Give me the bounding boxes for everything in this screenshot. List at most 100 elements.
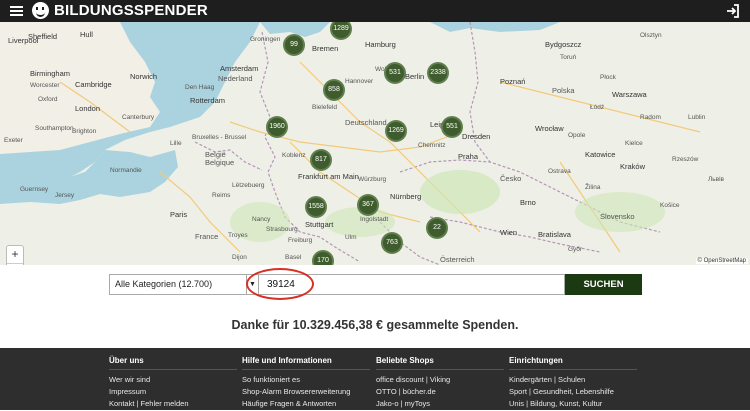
map-label: Groningen — [250, 36, 281, 43]
map-label: Wien — [500, 228, 518, 237]
map-label: Lëtzebuerg — [232, 182, 265, 189]
footer-heading: Einrichtungen — [509, 356, 637, 370]
map-label: Rzeszów — [672, 156, 699, 163]
donation-map[interactable]: Sheffield Liverpool Hull Birmingham Camb… — [0, 22, 750, 265]
hamburger-menu-icon[interactable] — [10, 6, 23, 16]
map-attribution[interactable]: © OpenStreetMap — [695, 258, 748, 264]
map-label: Jersey — [55, 192, 75, 199]
postal-code-input[interactable] — [259, 274, 565, 295]
map-label: Žilina — [585, 184, 601, 191]
zoom-control: + − — [6, 245, 24, 265]
map-cluster-marker[interactable]: 1269 — [385, 120, 407, 142]
map-label: Bielefeld — [312, 104, 337, 111]
map-cluster-marker[interactable]: 1960 — [266, 116, 288, 138]
zoom-in-button[interactable]: + — [7, 246, 23, 263]
map-label: Amsterdam — [220, 64, 259, 73]
map-label: Exeter — [4, 137, 23, 144]
footer-link[interactable]: Kindergärten | Schulen — [509, 375, 637, 384]
map-label: Oxford — [38, 96, 58, 103]
footer-link[interactable]: Unis | Bildung, Kunst, Kultur — [509, 399, 637, 408]
map-label: Basel — [285, 254, 302, 261]
smiley-logo-icon — [32, 2, 49, 19]
donation-summary: Danke für 10.329.456,38 € gesammelte Spe… — [231, 318, 519, 332]
map-label: Canterbury — [122, 114, 155, 121]
map-label: Reims — [212, 192, 231, 199]
map-label: Berlin — [405, 72, 425, 81]
map-label: Katowice — [585, 150, 616, 159]
map-label: Würzburg — [358, 176, 387, 183]
map-cluster-marker[interactable]: 531 — [384, 62, 406, 84]
map-cluster-marker[interactable]: 763 — [381, 232, 403, 254]
map-label: France — [195, 232, 219, 241]
map-label: Warszawa — [612, 90, 647, 99]
map-cluster-marker[interactable]: 367 — [357, 194, 379, 216]
map-label: Belgique — [205, 158, 235, 167]
map-cluster-marker[interactable]: 858 — [323, 79, 345, 101]
footer-link[interactable]: Shop-Alarm Browsererweiterung — [242, 387, 370, 396]
map-label: Hannover — [345, 78, 374, 85]
map-label: Nürnberg — [390, 192, 422, 201]
map-cluster-marker[interactable]: 551 — [441, 116, 463, 138]
category-select-value: Alle Kategorien (12.700) — [115, 279, 213, 289]
map-label: Győr — [568, 246, 583, 253]
map-label: Hamburg — [365, 40, 396, 49]
map-label: Normandie — [110, 167, 142, 174]
map-label: Strasbourg — [266, 226, 298, 233]
map-label: Norwich — [130, 72, 158, 81]
map-cluster-marker[interactable]: 1558 — [305, 196, 327, 218]
footer-column-help: Hilfe und Informationen So funktioniert … — [242, 356, 370, 411]
map-label: Stuttgart — [305, 220, 334, 229]
site-logo[interactable]: BILDUNGSSPENDER — [32, 2, 208, 19]
map-label: Worcester — [30, 82, 60, 89]
map-label: Radom — [640, 114, 661, 121]
footer-link[interactable]: Sport | Gesundheit, Lebenshilfe — [509, 387, 637, 396]
map-label: Paris — [170, 210, 188, 219]
map-label: Deutschland — [345, 118, 387, 127]
map-label: Kielce — [625, 140, 643, 147]
map-label: Lublin — [688, 114, 706, 121]
footer-link[interactable]: Wer wir sind — [109, 375, 237, 384]
search-button[interactable]: SUCHEN — [565, 274, 642, 295]
footer-link[interactable]: So funktioniert es — [242, 375, 370, 384]
map-label: Ingolstadt — [360, 216, 389, 223]
map-label: Liverpool — [8, 36, 39, 45]
map-label: London — [75, 104, 101, 113]
map-cluster-marker[interactable]: 817 — [310, 149, 332, 171]
map-label: Birmingham — [30, 69, 71, 78]
footer-link[interactable]: Kontakt | Fehler melden — [109, 399, 237, 408]
logo-text: BILDUNGSSPENDER — [54, 2, 208, 19]
footer-heading: Beliebte Shops — [376, 356, 504, 370]
map-label: Freiburg — [288, 237, 313, 244]
map-label: Guernsey — [20, 186, 49, 193]
footer-link[interactable]: Häufige Fragen & Antworten — [242, 399, 370, 408]
map-label: Bruxelles - Brussel — [192, 134, 247, 141]
map-label: Dijon — [232, 254, 247, 261]
map-label: Kraków — [620, 162, 646, 171]
map-label: Chemnitz — [418, 142, 446, 149]
login-icon[interactable] — [726, 4, 740, 18]
footer-link[interactable]: office discount | Viking — [376, 375, 504, 384]
footer-link[interactable]: Jako-o | myToys — [376, 399, 504, 408]
map-label: Rotterdam — [190, 96, 226, 105]
map-label: Praha — [458, 152, 479, 161]
map-cluster-marker[interactable]: 99 — [283, 34, 305, 56]
map-label: Southampton — [35, 125, 74, 132]
map-cluster-marker[interactable]: 170 — [312, 250, 334, 265]
dropdown-arrow-icon: ▼ — [246, 275, 258, 294]
map-label: Ulm — [345, 234, 357, 241]
map-label: Polska — [552, 86, 575, 95]
map-label: Wrocław — [535, 124, 564, 133]
map-label: Nederland — [218, 74, 253, 83]
footer-link[interactable]: Impressum — [109, 387, 237, 396]
zoom-out-button[interactable]: − — [7, 263, 23, 265]
footer-heading: Über uns — [109, 356, 237, 370]
footer-link[interactable]: OTTO | bücher.de — [376, 387, 504, 396]
top-bar: BILDUNGSSPENDER — [0, 0, 750, 22]
footer-heading: Hilfe und Informationen — [242, 356, 370, 370]
map-label: Lille — [170, 140, 182, 147]
map-label: Koblenz — [282, 152, 306, 159]
map-label: Opole — [568, 132, 586, 139]
map-cluster-marker[interactable]: 2338 — [427, 62, 449, 84]
category-select[interactable]: Alle Kategorien (12.700) ▼ — [109, 274, 259, 295]
map-cluster-marker[interactable]: 22 — [426, 217, 448, 239]
